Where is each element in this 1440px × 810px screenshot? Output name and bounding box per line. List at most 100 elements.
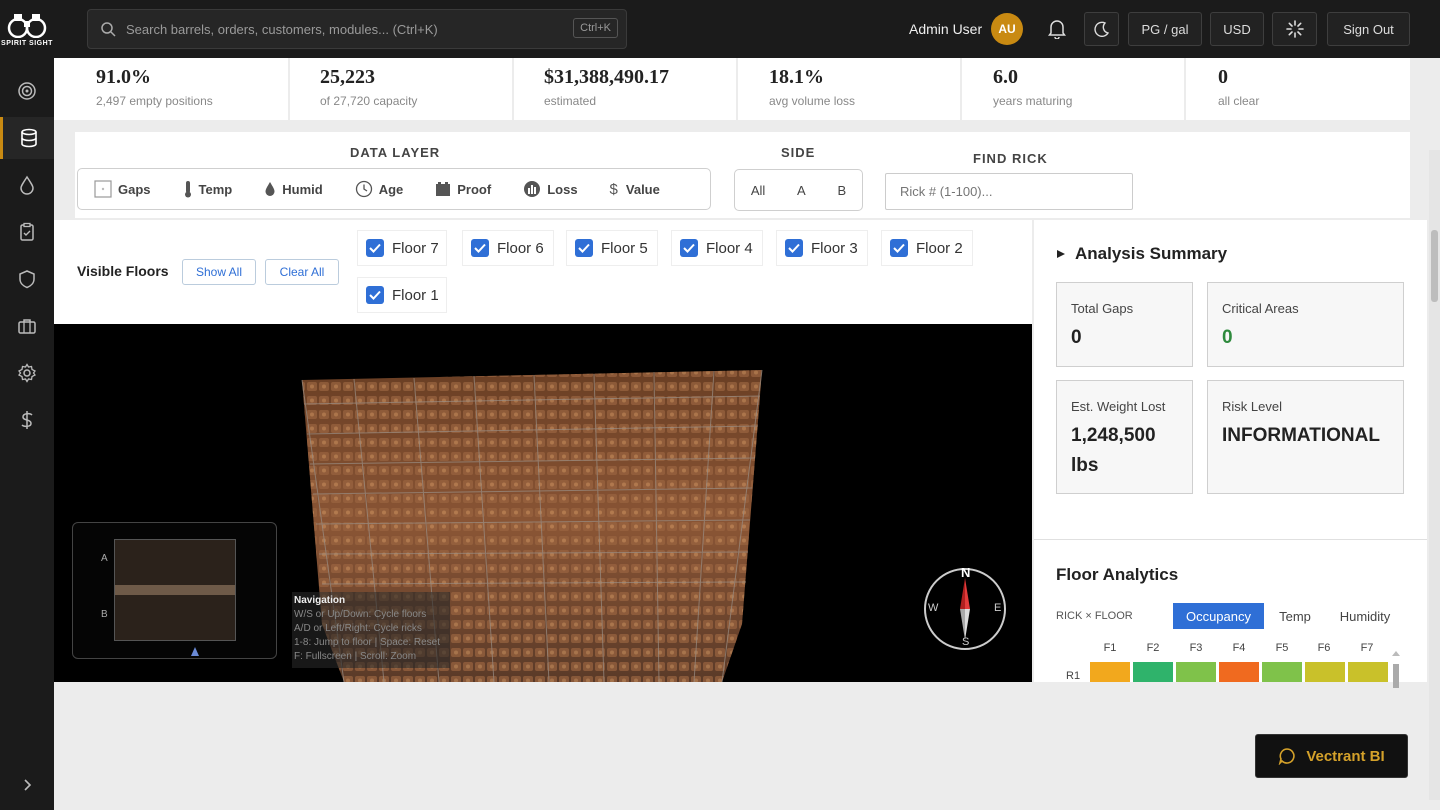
heatmap-col-header: F6	[1317, 642, 1331, 654]
sidebar-item-orders[interactable]	[0, 211, 54, 253]
floor-toggle-2[interactable]: Floor 2	[882, 231, 972, 265]
find-rick-label: FIND RICK	[973, 151, 1048, 166]
floor-toggle-3[interactable]: Floor 3	[777, 231, 867, 265]
stat-sub: 2,497 empty positions	[96, 94, 213, 108]
floor-label: Floor 4	[706, 239, 753, 257]
sidebar-item-compliance[interactable]	[0, 258, 54, 300]
heatmap-cell[interactable]	[1090, 662, 1130, 682]
floor-toggle-7[interactable]: Floor 7	[358, 231, 446, 265]
analysis-summary-toggle[interactable]: Analysis Summary	[1056, 244, 1227, 264]
layer-age[interactable]: Age	[355, 180, 403, 198]
moon-icon	[1093, 21, 1109, 37]
side-b[interactable]: B	[837, 183, 846, 198]
heatmap-col-header: F7	[1360, 642, 1374, 654]
rick-search-input[interactable]	[885, 173, 1133, 210]
currency-button[interactable]: USD	[1210, 12, 1264, 46]
thermometer-icon	[184, 181, 191, 198]
floor-toggle-1[interactable]: Floor 1	[358, 278, 446, 312]
layer-loss[interactable]: Loss	[523, 180, 578, 198]
heatmap-cell[interactable]	[1348, 662, 1388, 682]
stat-value: 0	[1218, 66, 1228, 88]
global-search[interactable]: Ctrl+K	[87, 9, 627, 49]
compass-w: W	[928, 602, 939, 614]
minimap[interactable]: A B	[72, 522, 277, 659]
compass-s: S	[962, 636, 970, 648]
floor-label: Floor 2	[916, 239, 963, 257]
sidebar-expand-button[interactable]	[0, 764, 54, 806]
dollar-icon	[21, 411, 33, 429]
nav-line: 1-8: Jump to floor | Space: Reset	[294, 637, 441, 648]
clear-all-button[interactable]: Clear All	[265, 259, 339, 285]
layer-label: Proof	[457, 181, 492, 197]
stat-sub: of 27,720 capacity	[320, 94, 418, 108]
floor-toggle-6[interactable]: Floor 6	[463, 231, 553, 265]
top-bar: SPIRIT SIGHT Ctrl+K Admin User AU PG / g…	[0, 0, 1440, 58]
notifications-button[interactable]	[1045, 18, 1069, 40]
layer-humid[interactable]: Humid	[264, 181, 323, 197]
loading-button[interactable]	[1272, 12, 1317, 46]
side-a[interactable]: A	[797, 183, 806, 198]
side-all[interactable]: All	[751, 183, 765, 198]
sidebar-item-finance[interactable]	[0, 399, 54, 441]
vectrant-bi-button[interactable]: Vectrant BI	[1255, 734, 1408, 778]
layer-temp[interactable]: Temp	[183, 180, 233, 198]
clipboard-icon	[20, 222, 34, 241]
tab-humidity[interactable]: Humidity	[1330, 603, 1400, 629]
user-name[interactable]: Admin User	[909, 21, 982, 37]
sidebar	[0, 58, 54, 810]
app-logo[interactable]: SPIRIT SIGHT	[0, 0, 54, 58]
bell-icon	[1048, 20, 1066, 39]
sidebar-item-business[interactable]	[0, 305, 54, 347]
visible-floors-label: Visible Floors	[77, 263, 169, 279]
layer-proof[interactable]: Proof	[435, 181, 491, 197]
heatmap-cell[interactable]	[1176, 662, 1216, 682]
checkbox-checked-icon	[471, 239, 489, 257]
layer-label: Temp	[198, 181, 233, 197]
floor-toggle-5[interactable]: Floor 5	[567, 231, 657, 265]
units-button[interactable]: PG / gal	[1128, 12, 1202, 46]
tab-occupancy[interactable]: Occupancy	[1173, 603, 1264, 629]
heatmap-scrollbar[interactable]	[1391, 644, 1401, 688]
chat-bubble-icon	[1278, 748, 1295, 765]
stat-card-volume-loss: 18.1% avg volume loss	[738, 58, 960, 120]
sidebar-item-settings[interactable]	[0, 352, 54, 394]
stat-value: 18.1%	[769, 66, 824, 88]
nav-line: W/S or Up/Down: Cycle floors	[294, 609, 427, 620]
avatar[interactable]: AU	[991, 13, 1023, 45]
critical-areas-card: Critical Areas 0	[1207, 282, 1404, 367]
floor-label: Floor 3	[811, 239, 858, 257]
total-gaps-card: Total Gaps 0	[1056, 282, 1193, 367]
layer-label: Gaps	[118, 181, 151, 197]
compass[interactable]: N E S W	[924, 565, 1006, 650]
dollar-icon: $	[609, 180, 618, 198]
heatmap-cell[interactable]	[1219, 662, 1259, 682]
layer-gaps[interactable]: Gaps	[94, 180, 151, 198]
heatmap-cell[interactable]	[1305, 662, 1345, 682]
floor-toggle-4[interactable]: Floor 4	[672, 231, 762, 265]
sidebar-item-inventory[interactable]	[0, 117, 54, 159]
checkbox-checked-icon	[680, 239, 698, 257]
tab-temp[interactable]: Temp	[1272, 603, 1318, 629]
theme-toggle-button[interactable]	[1084, 12, 1119, 46]
heatmap-cell[interactable]	[1262, 662, 1302, 682]
navigation-help: Navigation W/S or Up/Down: Cycle floors …	[292, 592, 450, 668]
show-all-button[interactable]: Show All	[182, 259, 256, 285]
heatmap-col-header: F5	[1275, 642, 1289, 654]
layer-value[interactable]: $ Value	[610, 181, 660, 198]
search-input[interactable]	[126, 21, 556, 37]
sidebar-item-production[interactable]	[0, 164, 54, 206]
page-scrollbar[interactable]	[1429, 150, 1440, 800]
clock-icon	[355, 180, 372, 198]
stat-sub: avg volume loss	[769, 94, 856, 108]
warehouse-3d-viewport[interactable]: A B Navigation W/S or Up/Down: Cycle flo…	[54, 324, 1032, 682]
card-label: Total Gaps	[1071, 301, 1134, 316]
sign-out-button[interactable]: Sign Out	[1327, 12, 1410, 46]
checkbox-checked-icon	[575, 239, 593, 257]
chevron-up-icon	[1392, 651, 1400, 656]
stat-sub: estimated	[544, 94, 597, 108]
search-icon	[101, 22, 116, 37]
data-layer-label: DATA LAYER	[350, 145, 441, 160]
heatmap-cell[interactable]	[1133, 662, 1173, 682]
sidebar-item-dashboard[interactable]	[0, 70, 54, 112]
gear-icon	[18, 363, 36, 383]
